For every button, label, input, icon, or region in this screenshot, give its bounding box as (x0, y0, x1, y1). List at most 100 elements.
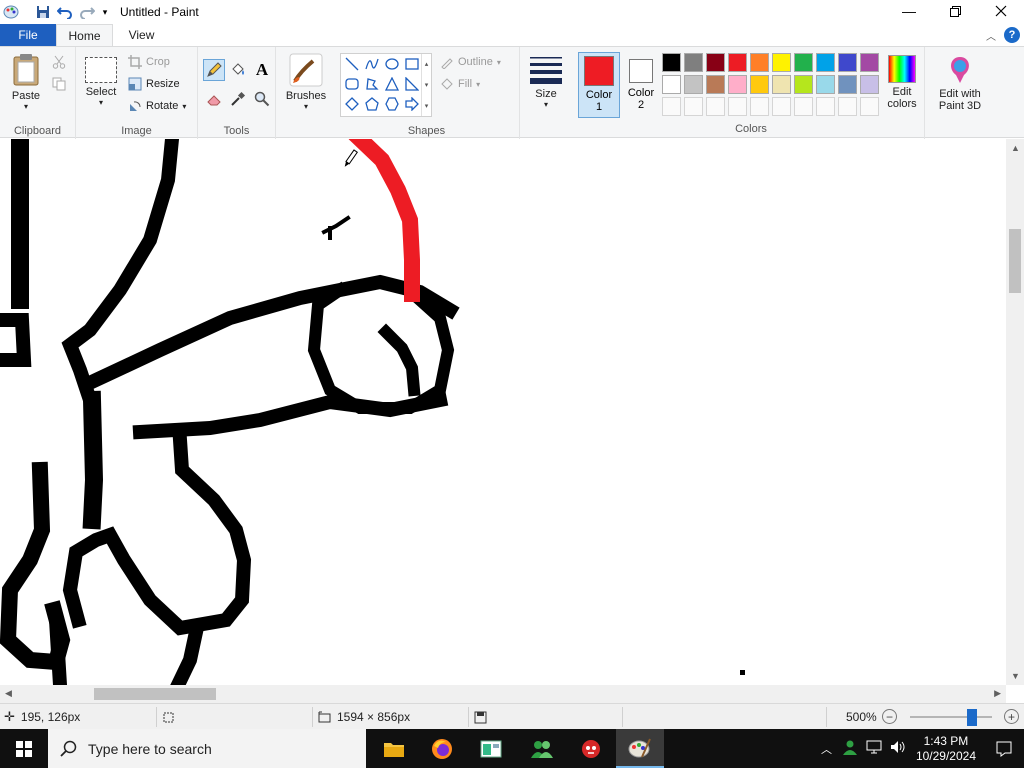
custom-color-slot[interactable] (838, 97, 857, 116)
app-window-icon[interactable] (467, 729, 515, 768)
palette-swatch[interactable] (662, 75, 681, 94)
palette-swatch[interactable] (816, 75, 835, 94)
crop-button[interactable]: Crop (128, 53, 170, 71)
copy-icon[interactable] (52, 75, 66, 93)
zoom-slider[interactable] (910, 716, 992, 718)
custom-color-slot[interactable] (816, 97, 835, 116)
triangle-shape-icon[interactable] (383, 75, 401, 93)
vertical-scroll-thumb[interactable] (1009, 229, 1021, 293)
restore-icon[interactable] (932, 0, 978, 22)
custom-color-slot[interactable] (750, 97, 769, 116)
rounded-rectangle-shape-icon[interactable] (343, 75, 361, 93)
scroll-left-icon[interactable]: ◀ (5, 688, 12, 699)
shapes-scroll-icon[interactable]: ▴ ▾ ▾ (421, 54, 431, 116)
tab-view[interactable]: View (113, 24, 170, 46)
custom-color-slot[interactable] (728, 97, 747, 116)
edit-colors-button[interactable]: Edit colors (884, 55, 920, 110)
scissors-icon[interactable] (52, 53, 66, 71)
polygon-shape-icon[interactable] (363, 75, 381, 93)
paint3d-button[interactable]: Edit with Paint 3D (930, 55, 990, 112)
custom-color-slot[interactable] (794, 97, 813, 116)
palette-swatch[interactable] (750, 75, 769, 94)
palette-swatch[interactable] (706, 75, 725, 94)
scroll-right-icon[interactable]: ▶ (994, 688, 1001, 699)
file-explorer-icon[interactable] (370, 729, 418, 768)
minimize-icon[interactable]: — (886, 0, 932, 22)
brushes-button[interactable]: Brushes ▾ (284, 53, 328, 111)
palette-swatch[interactable] (794, 75, 813, 94)
tab-home[interactable]: Home (56, 24, 113, 46)
custom-color-slot[interactable] (860, 97, 879, 116)
palette-swatch[interactable] (684, 53, 703, 72)
palette-swatch[interactable] (684, 75, 703, 94)
paste-button[interactable]: Paste ▾ (8, 53, 44, 111)
zoom-out-button[interactable]: − (882, 709, 897, 724)
fill-button[interactable]: Fill ▾ (440, 75, 480, 93)
palette-swatch[interactable] (728, 53, 747, 72)
rotate-button[interactable]: Rotate ▾ (128, 97, 186, 115)
undo-icon[interactable] (54, 1, 76, 23)
curve-shape-icon[interactable] (363, 55, 381, 73)
customize-qat-icon[interactable]: ▾ (98, 1, 112, 23)
windows-start-icon[interactable] (0, 729, 48, 768)
custom-color-slot[interactable] (662, 97, 681, 116)
zoom-in-button[interactable]: + (1004, 709, 1019, 724)
magnifier-icon[interactable] (251, 88, 273, 110)
palette-swatch[interactable] (750, 53, 769, 72)
palette-swatch[interactable] (662, 53, 681, 72)
volume-icon[interactable] (890, 740, 906, 757)
tray-overflow-icon[interactable]: ︿ (821, 741, 832, 757)
firefox-icon[interactable] (418, 729, 466, 768)
custom-color-slot[interactable] (772, 97, 791, 116)
redo-icon[interactable] (76, 1, 98, 23)
drawing-canvas[interactable] (0, 139, 1006, 685)
pentagon-shape-icon[interactable] (363, 95, 381, 113)
palette-swatch[interactable] (706, 53, 725, 72)
hexagon-shape-icon[interactable] (383, 95, 401, 113)
save-icon[interactable] (32, 1, 54, 23)
palette-swatch[interactable] (860, 75, 879, 94)
network-icon[interactable] (866, 740, 882, 757)
palette-swatch[interactable] (860, 53, 879, 72)
right-triangle-shape-icon[interactable] (403, 75, 421, 93)
scroll-down-icon[interactable]: ▼ (1011, 671, 1020, 681)
size-button[interactable]: Size ▾ (526, 55, 566, 109)
color2-selector[interactable]: Color 2 (621, 52, 661, 118)
taskbar-search-box[interactable]: Type here to search (48, 729, 366, 768)
tab-file[interactable]: File (0, 24, 56, 46)
outline-button[interactable]: Outline ▾ (440, 53, 501, 71)
custom-color-slot[interactable] (684, 97, 703, 116)
fill-bucket-icon[interactable] (227, 59, 249, 81)
rectangle-shape-icon[interactable] (403, 55, 421, 73)
diamond-shape-icon[interactable] (343, 95, 361, 113)
horizontal-scrollbar[interactable]: ◀ ▶ (0, 685, 1006, 703)
text-icon[interactable]: A (251, 59, 273, 81)
palette-swatch[interactable] (772, 53, 791, 72)
pencil-icon[interactable] (203, 59, 225, 81)
people-tray-icon[interactable] (842, 739, 858, 758)
scroll-up-icon[interactable]: ▲ (1011, 143, 1020, 153)
line-shape-icon[interactable] (343, 55, 361, 73)
people-app-icon[interactable] (518, 729, 566, 768)
help-icon[interactable]: ? (1004, 27, 1020, 43)
oval-shape-icon[interactable] (383, 55, 401, 73)
custom-color-slot[interactable] (706, 97, 725, 116)
horizontal-scroll-thumb[interactable] (94, 688, 216, 700)
palette-swatch[interactable] (816, 53, 835, 72)
game-icon[interactable] (567, 729, 615, 768)
color1-selector[interactable]: Color 1 (578, 52, 620, 118)
resize-button[interactable]: Resize (128, 75, 180, 93)
right-arrow-shape-icon[interactable] (403, 95, 421, 113)
close-icon[interactable] (978, 0, 1024, 22)
palette-swatch[interactable] (794, 53, 813, 72)
paint-icon[interactable] (616, 729, 664, 768)
palette-swatch[interactable] (838, 53, 857, 72)
notifications-icon[interactable] (984, 741, 1024, 757)
collapse-ribbon-icon[interactable]: ︿ (986, 28, 996, 43)
vertical-scrollbar[interactable]: ▲ ▼ (1006, 139, 1024, 685)
palette-swatch[interactable] (838, 75, 857, 94)
palette-swatch[interactable] (728, 75, 747, 94)
color-picker-icon[interactable] (227, 88, 249, 110)
eraser-icon[interactable] (203, 88, 225, 110)
select-button[interactable]: Select ▾ (82, 57, 120, 107)
